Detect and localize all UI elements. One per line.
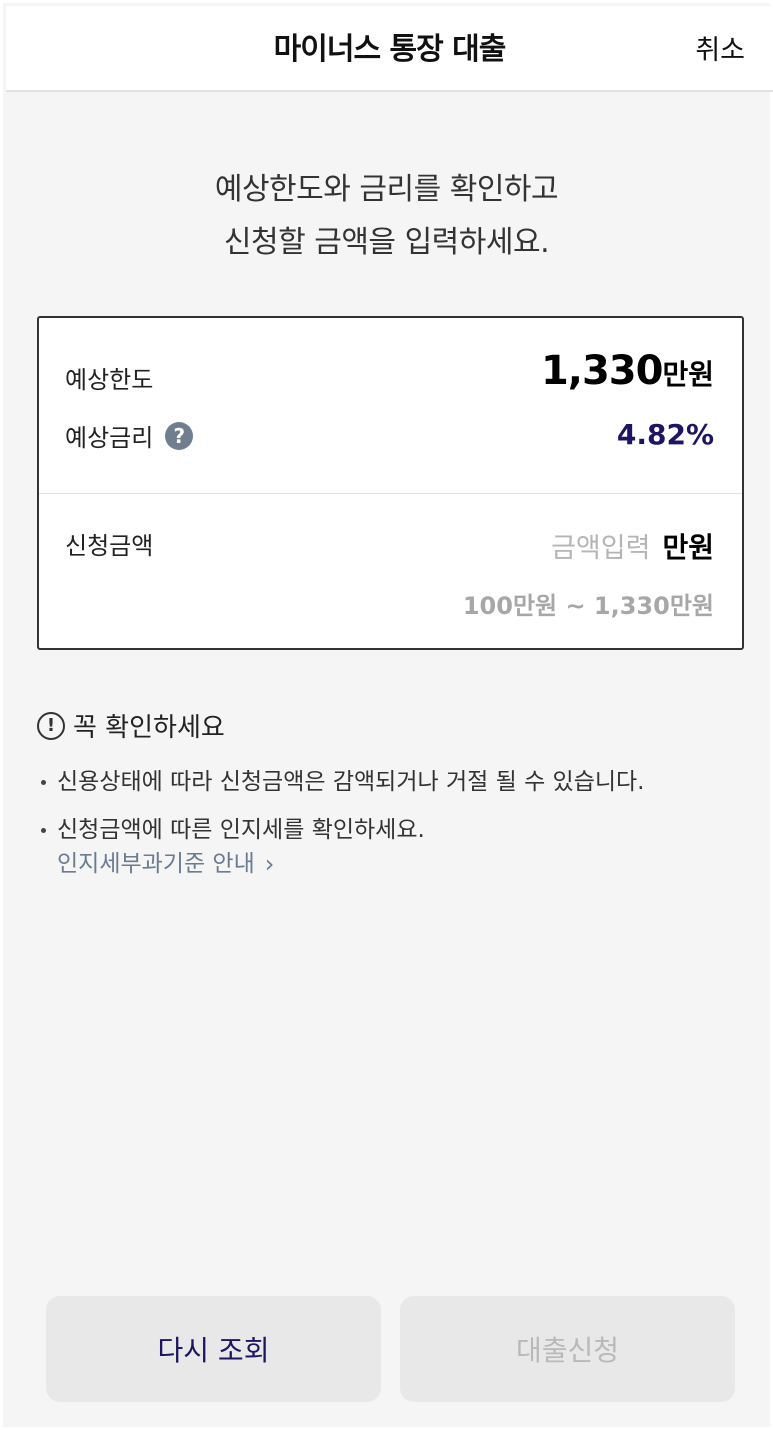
headline-line-1: 예상한도와 금리를 확인하고 — [214, 172, 559, 207]
screen: 마이너스 통장 대출 취소 예상한도와 금리를 확인하고 신청할 금액을 입력하… — [0, 0, 773, 1430]
limit-label: 예상한도 — [65, 366, 154, 394]
stamp-tax-guide-label: 인지세부과기준 안내 — [57, 851, 255, 877]
card-divider — [39, 493, 742, 494]
chevron-right-icon: › — [264, 850, 275, 878]
notice-item: 신용상태에 따라 신청금액은 감액되거나 거절 될 수 있습니다. — [41, 765, 741, 799]
rate-label-row: 예상금리 ? — [65, 418, 194, 453]
apply-amount-input[interactable] — [510, 533, 651, 564]
limit-value: 1,330 만원 — [541, 348, 714, 394]
page-title: 마이너스 통장 대출 — [273, 32, 507, 67]
apply-amount-row: 만원 — [510, 526, 714, 566]
limit-amount: 1,330 — [540, 348, 664, 394]
apply-amount-unit: 만원 — [662, 531, 714, 564]
help-icon[interactable]: ? — [165, 421, 194, 450]
apply-range-text: 100만원 ~ 1,330만원 — [462, 592, 714, 620]
notice-title: 꼭 확인하세요 — [73, 713, 225, 743]
apply-amount-label: 신청금액 — [65, 532, 154, 560]
notice-list: 신용상태에 따라 신청금액은 감액되거나 거절 될 수 있습니다. 신청금액에 … — [41, 765, 741, 895]
loan-info-card: 예상한도 1,330 만원 예상금리 ? 4.82% 신청금액 만원 100만원… — [37, 316, 744, 650]
retry-button[interactable]: 다시 조회 — [46, 1296, 381, 1402]
headline: 예상한도와 금리를 확인하고 신청할 금액을 입력하세요. — [3, 163, 770, 269]
notice-item: 신청금액에 따른 인지세를 확인하세요. 인지세부과기준 안내 › — [41, 813, 741, 881]
app-header: 마이너스 통장 대출 취소 — [6, 6, 773, 92]
notice-item-text: 신청금액에 따른 인지세를 확인하세요. — [57, 817, 425, 843]
notice-title-row: ! 꼭 확인하세요 — [37, 707, 225, 744]
loan-apply-button[interactable]: 대출신청 — [400, 1296, 735, 1402]
limit-unit: 만원 — [662, 358, 714, 391]
alert-circle-icon: ! — [37, 711, 65, 740]
rate-label: 예상금리 — [65, 424, 154, 452]
stamp-tax-guide-link[interactable]: 인지세부과기준 안내 › — [57, 847, 274, 881]
notice-item-text: 신용상태에 따라 신청금액은 감액되거나 거절 될 수 있습니다. — [57, 769, 645, 795]
cancel-button[interactable]: 취소 — [695, 28, 745, 67]
rate-value: 4.82% — [616, 418, 714, 451]
headline-line-2: 신청할 금액을 입력하세요. — [223, 225, 550, 260]
